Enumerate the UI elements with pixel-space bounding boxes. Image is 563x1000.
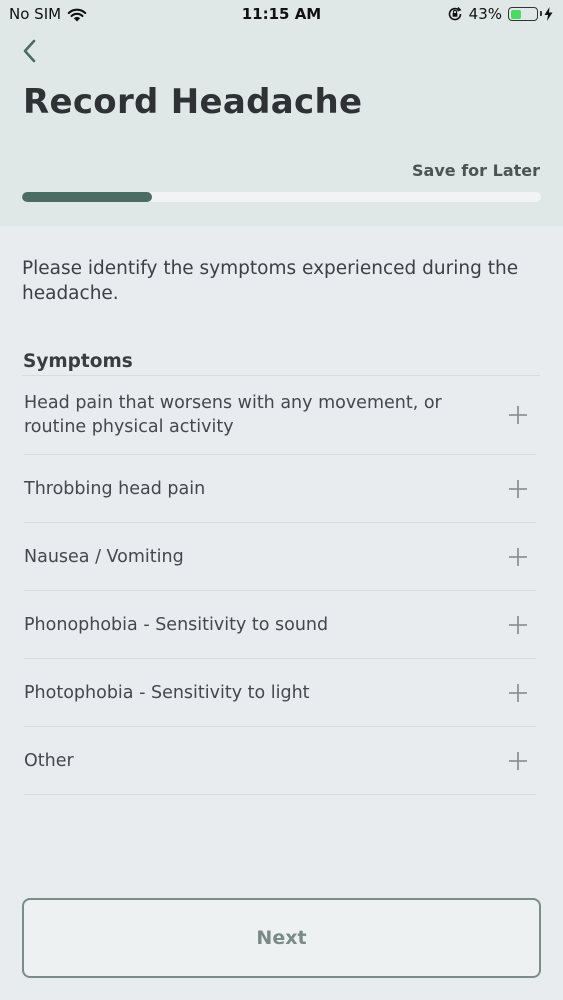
battery-fill bbox=[510, 9, 522, 19]
symptom-label: Nausea / Vomiting bbox=[24, 546, 184, 567]
next-button[interactable]: Next bbox=[22, 898, 541, 978]
symptom-label: Head pain that worsens with any movement… bbox=[24, 393, 442, 437]
symptom-list: Head pain that worsens with any movement… bbox=[24, 376, 536, 795]
symptoms-section-title: Symptoms bbox=[23, 351, 133, 372]
plus-icon[interactable] bbox=[508, 547, 528, 567]
progress-fill bbox=[22, 192, 152, 202]
symptom-row-throbbing[interactable]: Throbbing head pain bbox=[24, 455, 536, 523]
symptom-label: Other bbox=[24, 750, 74, 771]
symptom-label: Photophobia - Sensitivity to light bbox=[24, 682, 310, 703]
status-right: 43% bbox=[447, 5, 553, 23]
symptom-label: Throbbing head pain bbox=[24, 478, 206, 499]
plus-icon[interactable] bbox=[508, 615, 528, 635]
back-button[interactable] bbox=[16, 36, 46, 66]
plus-icon[interactable] bbox=[508, 479, 528, 499]
save-for-later-button[interactable]: Save for Later bbox=[412, 161, 540, 180]
status-bar: No SIM 11:15 AM 43% bbox=[0, 0, 563, 30]
plus-icon[interactable] bbox=[508, 683, 528, 703]
page-title: Record Headache bbox=[23, 82, 363, 122]
symptom-row-nausea[interactable]: Nausea / Vomiting bbox=[24, 523, 536, 591]
header: No SIM 11:15 AM 43% Record Headache Save… bbox=[0, 0, 563, 226]
charging-bolt-icon bbox=[544, 7, 553, 21]
plus-icon[interactable] bbox=[508, 751, 528, 771]
instructions-text: Please identify the symptoms experienced… bbox=[22, 258, 519, 304]
battery-percent: 43% bbox=[468, 5, 502, 23]
symptom-row-other[interactable]: Other bbox=[24, 727, 536, 795]
chevron-left-icon bbox=[23, 39, 36, 63]
symptom-row-photophobia[interactable]: Photophobia - Sensitivity to light bbox=[24, 659, 536, 727]
plus-icon[interactable] bbox=[508, 405, 528, 425]
battery-icon bbox=[508, 7, 542, 21]
symptom-row-phonophobia[interactable]: Phonophobia - Sensitivity to sound bbox=[24, 591, 536, 659]
progress-bar bbox=[22, 192, 541, 202]
battery-tip bbox=[539, 11, 542, 16]
symptom-row-head-pain-movement[interactable]: Head pain that worsens with any movement… bbox=[24, 376, 536, 455]
orientation-lock-icon bbox=[448, 7, 462, 21]
symptom-label: Phonophobia - Sensitivity to sound bbox=[24, 614, 329, 635]
